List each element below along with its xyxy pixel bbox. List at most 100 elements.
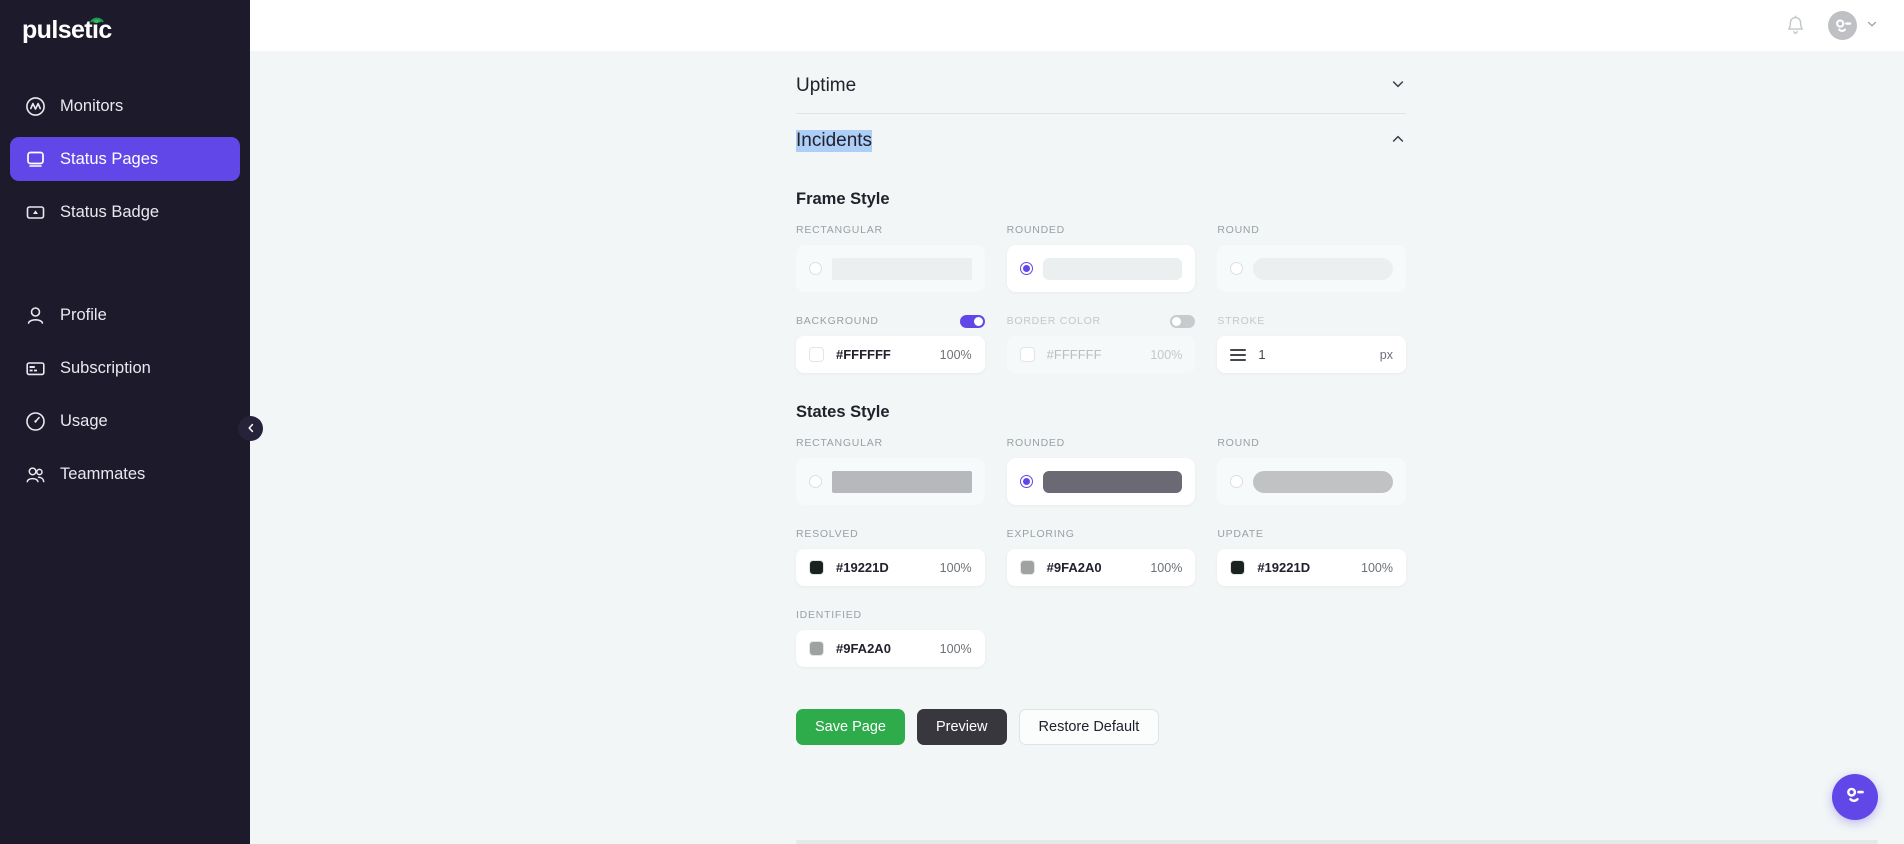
update-field-wrap: UPDATE #19221D 100% bbox=[1217, 527, 1406, 586]
chat-support-button[interactable] bbox=[1832, 774, 1878, 820]
border-color-toggle[interactable] bbox=[1170, 314, 1196, 328]
app-root: pulsetic Monitors Status Pages Status Ba… bbox=[0, 0, 1904, 844]
sidebar-collapse-button[interactable] bbox=[239, 417, 262, 440]
radio-icon[interactable] bbox=[1230, 475, 1244, 488]
background-field-wrap: BACKGROUND #FFFFFF 100% bbox=[796, 314, 985, 373]
card-icon bbox=[24, 357, 46, 379]
radio-icon[interactable] bbox=[1230, 262, 1244, 275]
sidebar-item-monitors[interactable]: Monitors bbox=[10, 84, 240, 128]
color-swatch[interactable] bbox=[1019, 347, 1035, 362]
user-icon bbox=[24, 304, 46, 326]
frame-style-colors: BACKGROUND #FFFFFF 100% BORDER COLOR #FF… bbox=[796, 314, 1406, 373]
opacity-value: 100% bbox=[1361, 560, 1393, 575]
border-color-field-wrap: BORDER COLOR #FFFFFF 100% bbox=[1006, 314, 1196, 373]
hex-value: #19221D bbox=[836, 560, 889, 575]
stroke-input[interactable]: 1 px bbox=[1217, 336, 1406, 373]
exploring-color-input[interactable]: #9FA2A0 100% bbox=[1006, 549, 1196, 586]
hex-value: #9FA2A0 bbox=[836, 641, 891, 656]
avatar-face-icon bbox=[1835, 18, 1851, 32]
color-swatch[interactable] bbox=[1230, 560, 1246, 575]
radio-icon[interactable] bbox=[809, 475, 822, 488]
horizontal-scrollbar[interactable] bbox=[796, 840, 1878, 844]
states-style-option-rounded[interactable] bbox=[1006, 458, 1196, 505]
frame-style-options: RECTANGULAR ROUNDED ROUND bbox=[796, 223, 1406, 292]
sidebar-item-usage[interactable]: Usage bbox=[10, 399, 240, 443]
hex-value: #19221D bbox=[1257, 560, 1311, 575]
chevron-up-icon[interactable] bbox=[1390, 131, 1406, 152]
frame-style-option-round[interactable] bbox=[1217, 245, 1406, 292]
bell-icon[interactable] bbox=[1785, 15, 1806, 37]
radio-icon[interactable] bbox=[1019, 262, 1033, 275]
restore-default-button[interactable]: Restore Default bbox=[1018, 709, 1160, 745]
chat-face-icon bbox=[1842, 782, 1868, 813]
chevron-down-icon[interactable] bbox=[1390, 76, 1406, 97]
section-uptime-header[interactable]: Uptime bbox=[796, 59, 1406, 113]
radio-icon[interactable] bbox=[1019, 475, 1033, 488]
option-label: RECTANGULAR bbox=[796, 224, 883, 236]
stroke-field-wrap: STROKE 1 px bbox=[1217, 314, 1406, 373]
resolved-field-wrap: RESOLVED #19221D 100% bbox=[796, 527, 985, 586]
opacity-value: 100% bbox=[939, 347, 972, 362]
sidebar-item-teammates[interactable]: Teammates bbox=[10, 452, 240, 496]
color-swatch[interactable] bbox=[809, 347, 824, 362]
field-label-text: UPDATE bbox=[1217, 528, 1264, 540]
pulse-icon bbox=[89, 11, 104, 24]
exploring-field-wrap: EXPLORING #9FA2A0 100% bbox=[1006, 527, 1196, 586]
logo[interactable]: pulsetic bbox=[0, 0, 250, 56]
frame-style-option-rectangular-wrap: RECTANGULAR bbox=[796, 223, 985, 292]
color-swatch[interactable] bbox=[1019, 560, 1035, 575]
sidebar: pulsetic Monitors Status Pages Status Ba… bbox=[0, 0, 262, 844]
save-page-button[interactable]: Save Page bbox=[796, 709, 905, 745]
preview-bar bbox=[832, 470, 972, 493]
sidebar-item-subscription[interactable]: Subscription bbox=[10, 346, 240, 390]
color-swatch[interactable] bbox=[809, 641, 824, 656]
frame-style-option-rounded[interactable] bbox=[1006, 245, 1196, 292]
option-label: ROUNDED bbox=[1006, 437, 1065, 449]
monitor-gauge-icon bbox=[24, 95, 46, 117]
preview-bar bbox=[1253, 257, 1393, 280]
background-color-input[interactable]: #FFFFFF 100% bbox=[796, 336, 985, 373]
sidebar-item-label: Monitors bbox=[60, 96, 124, 115]
color-swatch[interactable] bbox=[809, 560, 824, 575]
sidebar-item-profile[interactable]: Profile bbox=[10, 293, 240, 337]
background-toggle[interactable] bbox=[959, 314, 985, 328]
section-title: Uptime bbox=[796, 75, 857, 96]
frame-style-option-round-wrap: ROUND bbox=[1217, 223, 1406, 292]
preview-bar bbox=[1042, 470, 1183, 493]
hex-value: #9FA2A0 bbox=[1046, 560, 1102, 575]
sidebar-item-label: Profile bbox=[60, 305, 107, 324]
opacity-value: 100% bbox=[1150, 347, 1183, 362]
stroke-value: 1 bbox=[1258, 347, 1266, 362]
settings-panel: Uptime Incidents Frame Style RECTANGULAR… bbox=[796, 51, 1406, 745]
sidebar-item-status-badge[interactable]: Status Badge bbox=[10, 190, 240, 234]
states-color-row-1: RESOLVED #19221D 100% EXPLORING #9FA2A0 … bbox=[796, 527, 1406, 586]
field-label-text: RESOLVED bbox=[796, 528, 859, 540]
field-label-text: STROKE bbox=[1217, 315, 1266, 327]
states-style-option-round[interactable] bbox=[1217, 458, 1406, 505]
border-color-input[interactable]: #FFFFFF 100% bbox=[1006, 336, 1196, 373]
main-area: Uptime Incidents Frame Style RECTANGULAR… bbox=[250, 0, 1904, 844]
frame-style-option-rounded-wrap: ROUNDED bbox=[1006, 223, 1196, 292]
sidebar-item-status-pages[interactable]: Status Pages bbox=[10, 137, 240, 181]
hex-value: #FFFFFF bbox=[836, 347, 891, 362]
user-menu[interactable] bbox=[1828, 11, 1878, 40]
preview-button[interactable]: Preview bbox=[916, 709, 1007, 745]
frame-style-heading: Frame Style bbox=[796, 190, 890, 208]
identified-color-input[interactable]: #9FA2A0 100% bbox=[796, 630, 985, 667]
resolved-color-input[interactable]: #19221D 100% bbox=[796, 549, 985, 586]
radio-icon[interactable] bbox=[809, 262, 822, 275]
states-style-option-rounded-wrap: ROUNDED bbox=[1006, 436, 1196, 505]
chevron-down-icon bbox=[1866, 17, 1878, 35]
empty-cell bbox=[1007, 608, 1196, 667]
frame-style-option-rectangular[interactable] bbox=[796, 245, 985, 292]
border-color-label-row: BORDER COLOR bbox=[1007, 314, 1196, 328]
section-incidents-header[interactable]: Incidents bbox=[796, 114, 1406, 168]
preview-bar bbox=[832, 257, 972, 280]
preview-bar bbox=[1253, 470, 1393, 493]
states-style-option-rectangular[interactable] bbox=[796, 458, 985, 505]
update-color-input[interactable]: #19221D 100% bbox=[1217, 549, 1406, 586]
states-style-options: RECTANGULAR ROUNDED ROUND bbox=[796, 436, 1406, 505]
